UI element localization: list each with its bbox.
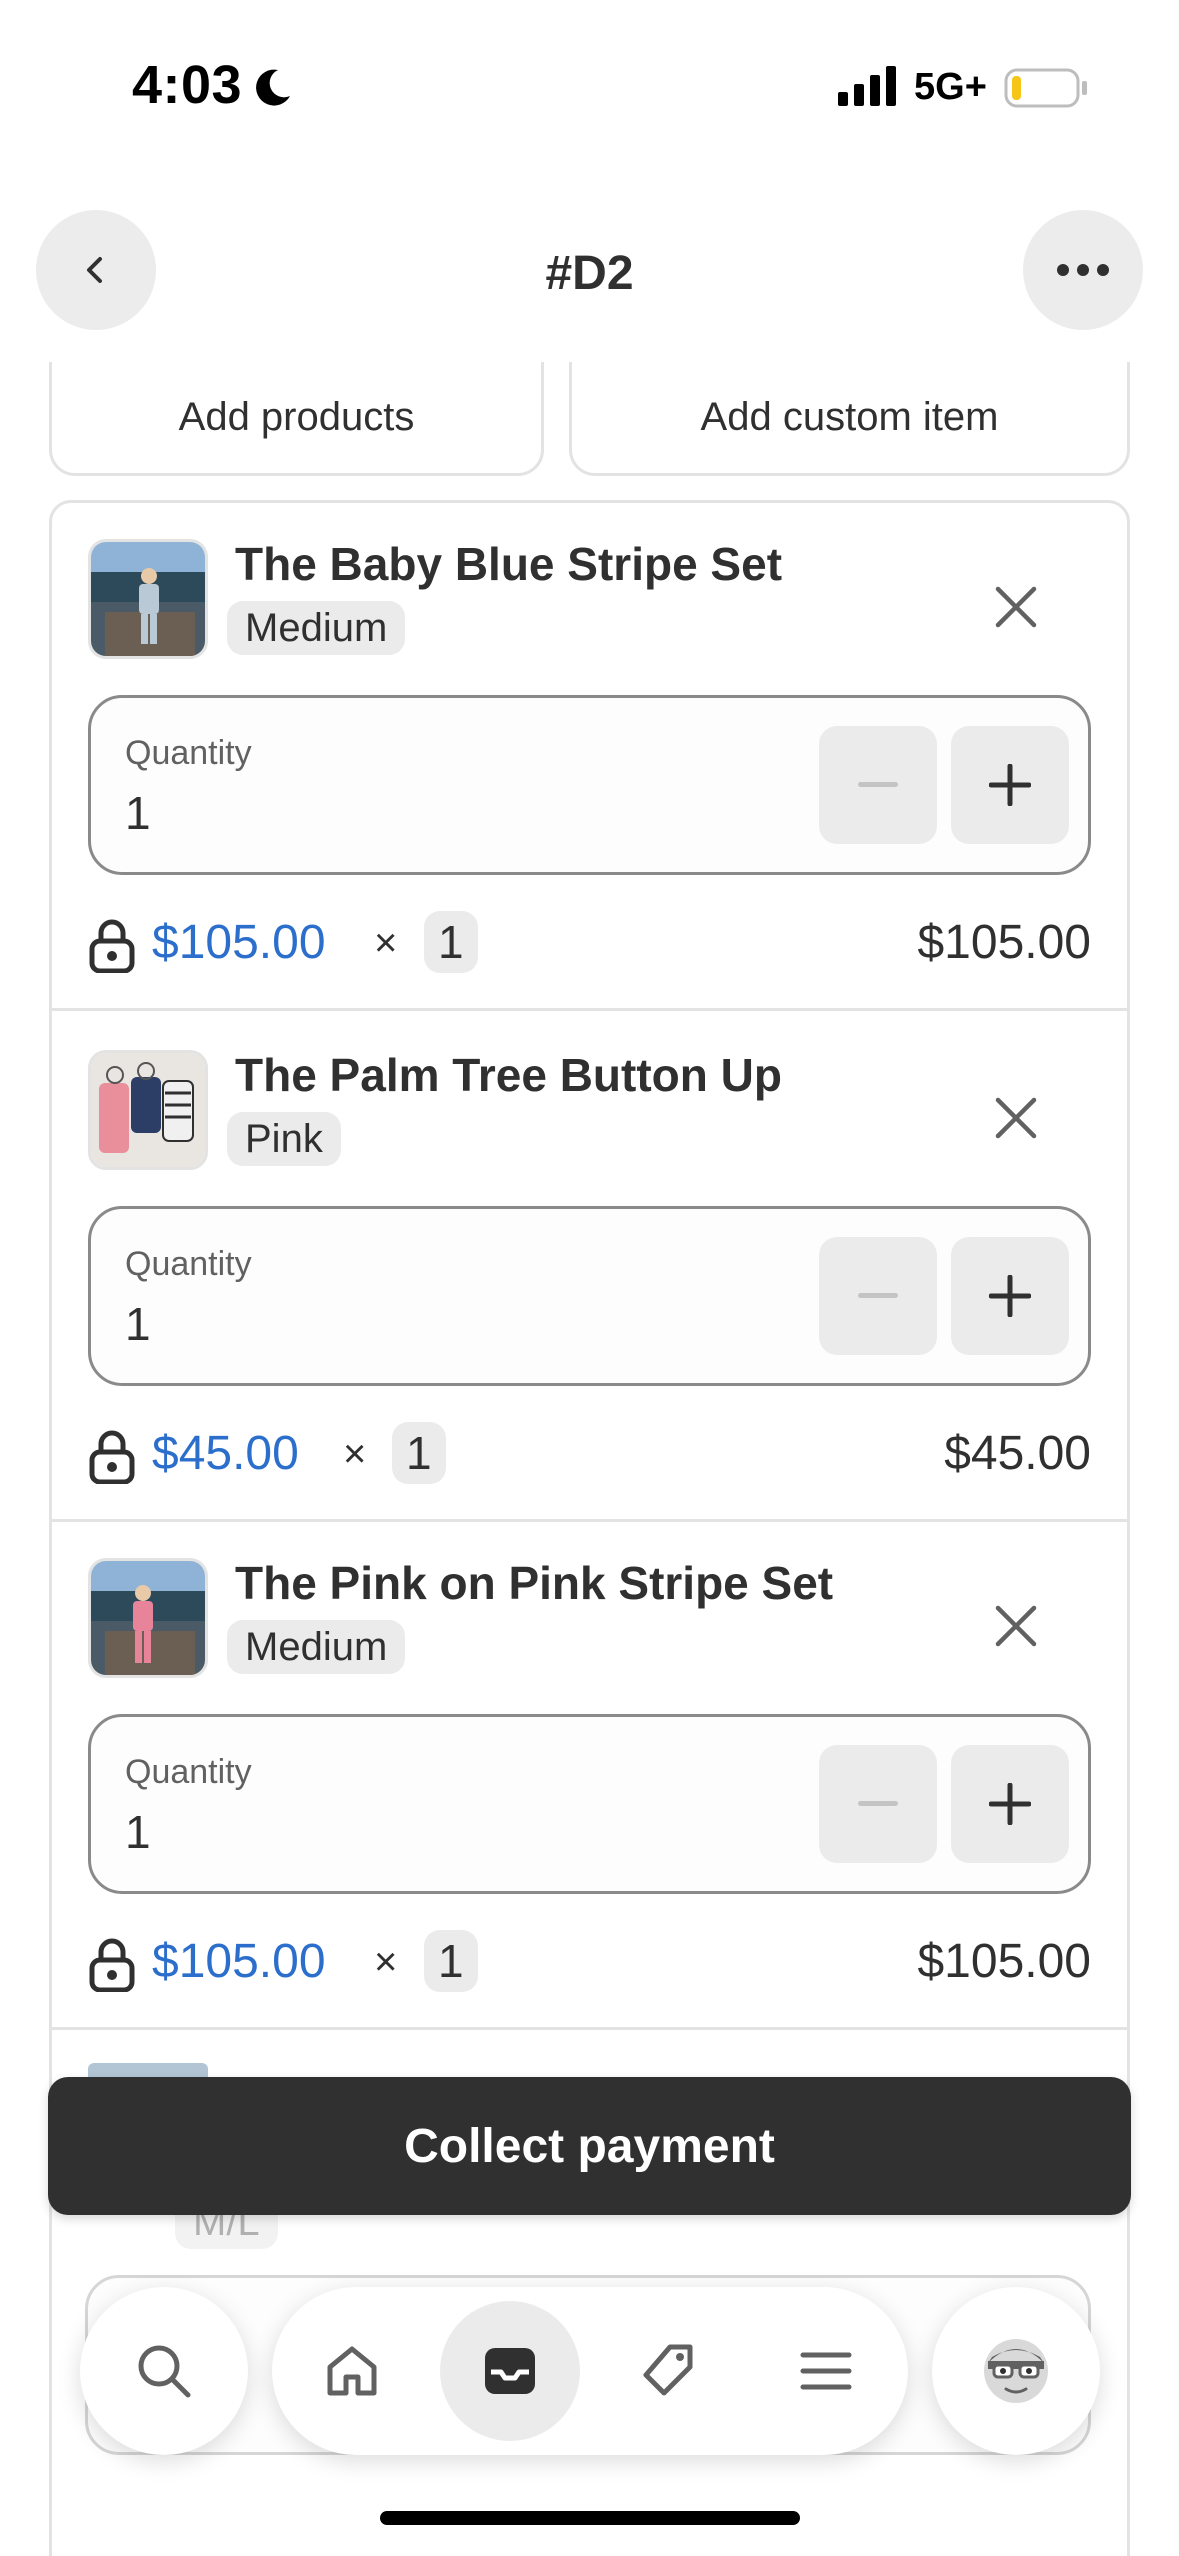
quantity-pill: 1 (424, 1930, 478, 1992)
header: #D2 (0, 210, 1179, 340)
nav-search-button[interactable] (80, 2287, 248, 2455)
quantity-label: Quantity (125, 1245, 252, 1283)
battery-low-icon (1004, 68, 1087, 108)
nav-menu-button[interactable] (756, 2301, 896, 2441)
network-label: 5G+ (914, 66, 987, 108)
times-sign: × (374, 921, 398, 965)
status-bar: 4:03 5G+ (0, 0, 1179, 150)
close-icon (995, 1097, 1037, 1139)
unit-price[interactable]: $105.00 (152, 1934, 326, 1989)
times-sign: × (374, 1940, 398, 1984)
quantity-label: Quantity (125, 1753, 252, 1791)
plus-icon (989, 1783, 1031, 1825)
ellipsis-icon (1057, 264, 1109, 276)
plus-icon (989, 764, 1031, 806)
close-icon (995, 1605, 1037, 1647)
quantity-value[interactable]: 1 (125, 1805, 151, 1859)
avatar-icon (984, 2339, 1048, 2403)
bottom-nav (272, 2287, 908, 2455)
price-row: $105.00 × 1 $105.00 (88, 911, 1091, 977)
product-title: The Palm Tree Button Up (235, 1049, 782, 1101)
nav-account-button[interactable] (932, 2287, 1100, 2455)
decrease-quantity-button[interactable] (819, 1745, 937, 1863)
unit-price[interactable]: $45.00 (152, 1426, 299, 1481)
lock-icon (89, 1430, 135, 1484)
line-item: The Pink on Pink Stripe Set Medium Quant… (52, 1522, 1127, 2030)
product-title: The Baby Blue Stripe Set (235, 538, 783, 590)
add-custom-item-button[interactable]: Add custom item (569, 362, 1130, 476)
price-row: $105.00 × 1 $105.00 (88, 1930, 1091, 1996)
remove-item-button[interactable] (982, 1592, 1050, 1660)
quantity-stepper[interactable]: Quantity 1 (88, 695, 1091, 875)
orders-icon (485, 2348, 535, 2394)
line-item: The Palm Tree Button Up Pink Quantity 1 … (52, 1014, 1127, 1522)
product-title: The Pink on Pink Stripe Set (235, 1557, 834, 1609)
moon-icon (256, 69, 290, 106)
variant-badge: Medium (227, 601, 406, 655)
variant-badge: Medium (227, 1620, 406, 1674)
minus-icon (858, 782, 898, 787)
quantity-value[interactable]: 1 (125, 786, 151, 840)
lock-icon (89, 919, 135, 973)
search-icon (138, 2345, 191, 2398)
remove-item-button[interactable] (982, 573, 1050, 641)
increase-quantity-button[interactable] (951, 1745, 1069, 1863)
unit-price[interactable]: $105.00 (152, 915, 326, 970)
home-icon (327, 2346, 377, 2396)
add-products-button[interactable]: Add products (49, 362, 544, 476)
line-total: $105.00 (917, 916, 1091, 969)
line-total: $45.00 (944, 1427, 1091, 1480)
quantity-pill: 1 (392, 1422, 446, 1484)
tag-icon (643, 2344, 693, 2396)
line-total: $105.00 (917, 1935, 1091, 1988)
product-thumbnail (88, 539, 208, 659)
price-row: $45.00 × 1 $45.00 (88, 1422, 1091, 1488)
minus-icon (858, 1801, 898, 1806)
quantity-label: Quantity (125, 734, 252, 772)
nav-home-button[interactable] (282, 2301, 422, 2441)
nav-orders-button[interactable] (440, 2301, 580, 2441)
menu-icon (800, 2352, 852, 2390)
status-time: 4:03 (132, 55, 243, 115)
plus-icon (989, 1275, 1031, 1317)
quantity-stepper[interactable]: Quantity 1 (88, 1714, 1091, 1894)
page-title: #D2 (545, 247, 634, 300)
quantity-stepper[interactable]: Quantity 1 (88, 1206, 1091, 1386)
quantity-value[interactable]: 1 (125, 1297, 151, 1351)
product-thumbnail (88, 1558, 208, 1678)
quantity-pill: 1 (424, 911, 478, 973)
cellular-signal-icon (838, 66, 896, 106)
increase-quantity-button[interactable] (951, 1237, 1069, 1355)
nav-products-button[interactable] (598, 2301, 738, 2441)
collect-payment-button[interactable]: Collect payment (48, 2077, 1131, 2215)
remove-item-button[interactable] (982, 1084, 1050, 1152)
home-indicator[interactable] (380, 2511, 800, 2525)
variant-badge: Pink (227, 1112, 341, 1166)
lock-icon (89, 1938, 135, 1992)
decrease-quantity-button[interactable] (819, 1237, 937, 1355)
decrease-quantity-button[interactable] (819, 726, 937, 844)
line-item: The Baby Blue Stripe Set Medium Quantity… (52, 503, 1127, 1011)
minus-icon (858, 1293, 898, 1298)
product-thumbnail (88, 1050, 208, 1170)
times-sign: × (343, 1432, 367, 1476)
increase-quantity-button[interactable] (951, 726, 1069, 844)
more-button[interactable] (1023, 210, 1143, 330)
close-icon (995, 586, 1037, 628)
